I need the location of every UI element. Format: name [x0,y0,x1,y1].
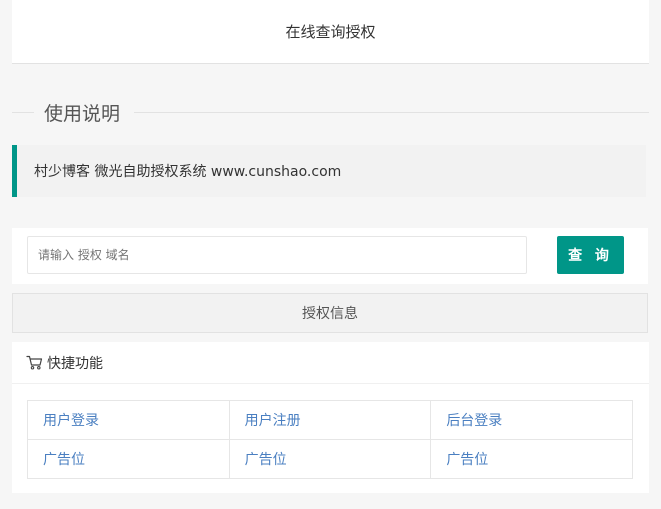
table-cell: 后台登录 [430,400,633,440]
table-cell: 广告位 [228,439,432,479]
usage-quote: 村少博客 微光自助授权系统 www.cunshao.com [12,145,646,197]
table-row: 用户登录 用户注册 后台登录 [27,400,633,440]
quick-links-table: 用户登录 用户注册 后台登录 广告位 广告位 广告位 [27,400,633,479]
page-title: 在线查询授权 [285,23,376,41]
domain-search-input[interactable] [27,236,527,274]
ad-slot-link-3[interactable]: 广告位 [446,452,488,468]
quick-functions-panel: 快捷功能 用户登录 用户注册 后台登录 广告位 广告位 广告位 [12,342,649,493]
user-login-link[interactable]: 用户登录 [43,413,99,429]
cart-icon [26,355,43,370]
query-button[interactable]: 查 询 [557,236,624,274]
table-cell: 用户登录 [27,400,230,440]
usage-legend: 使用说明 [12,97,649,127]
quick-functions-title: 快捷功能 [47,355,103,372]
quick-functions-header: 快捷功能 [12,342,649,384]
search-panel: 查 询 [12,228,648,284]
table-row: 广告位 广告位 广告位 [27,439,633,479]
ad-slot-link-2[interactable]: 广告位 [245,452,287,468]
legend-divider-right [134,112,649,113]
auth-info-label: 授权信息 [302,306,358,322]
page-header: 在线查询授权 [12,0,649,64]
legend-divider-left [12,112,34,113]
table-cell: 广告位 [430,439,633,479]
auth-info-bar: 授权信息 [12,293,648,333]
user-register-link[interactable]: 用户注册 [245,413,301,429]
admin-login-link[interactable]: 后台登录 [446,413,502,429]
usage-quote-text: 村少博客 微光自助授权系统 www.cunshao.com [34,164,342,180]
table-cell: 广告位 [27,439,230,479]
table-cell: 用户注册 [228,400,432,440]
legend-title: 使用说明 [44,103,121,125]
ad-slot-link-1[interactable]: 广告位 [43,452,85,468]
